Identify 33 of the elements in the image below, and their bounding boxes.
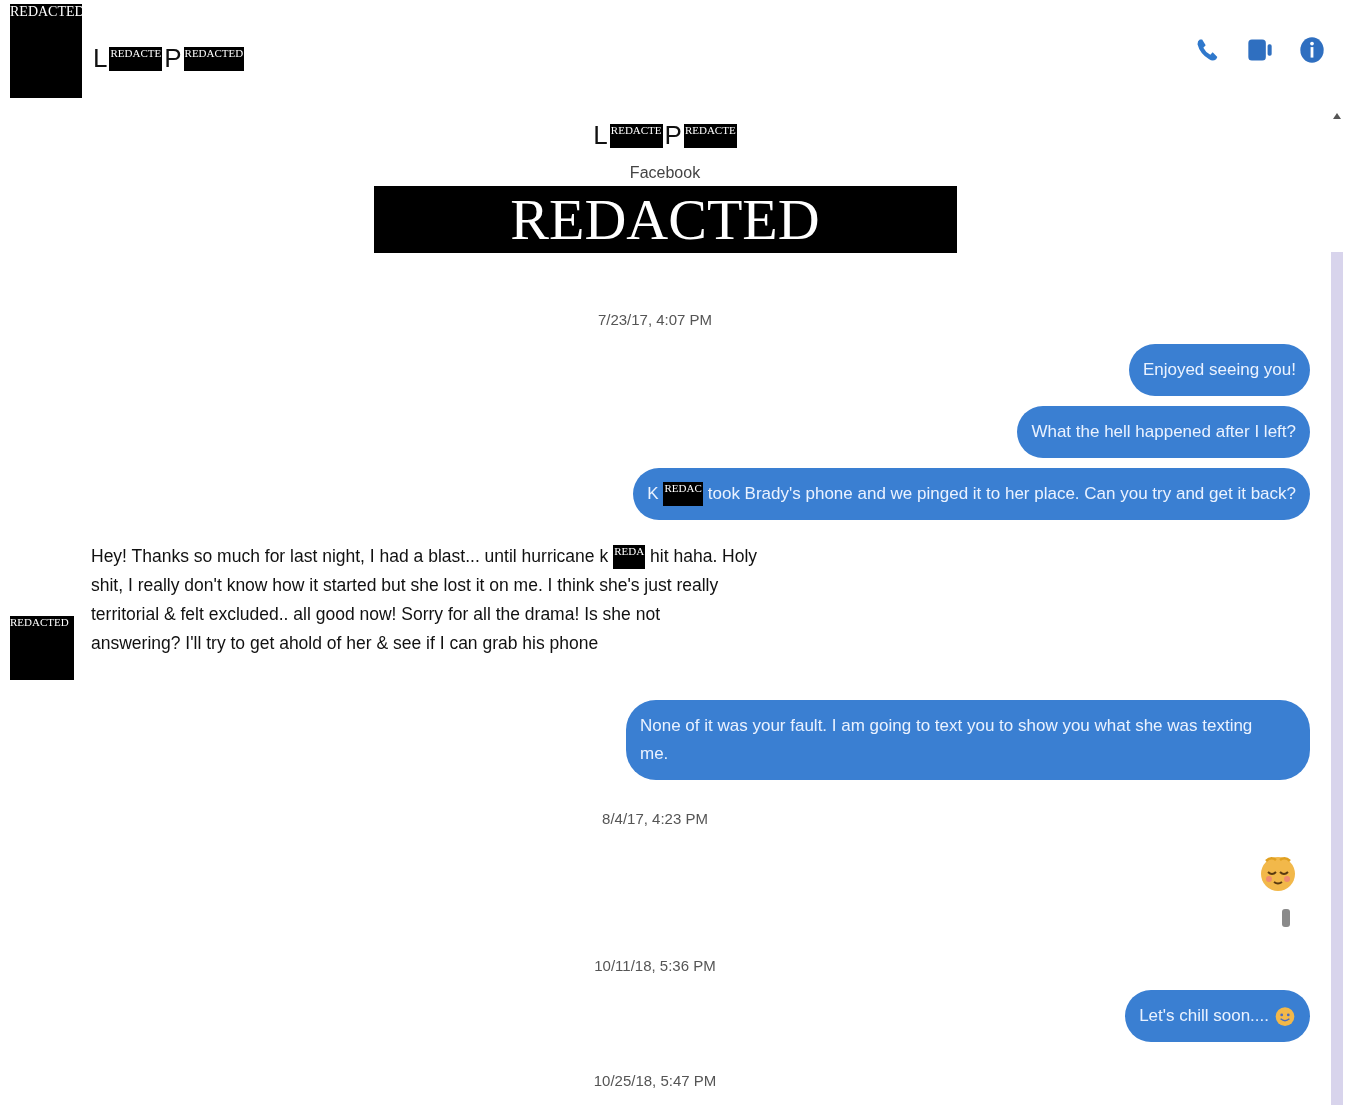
timestamp: 7/23/17, 4:07 PM <box>597 311 713 328</box>
scrollbar-track[interactable] <box>1331 252 1343 1105</box>
message-text: hit haha. Holy <box>650 545 758 568</box>
message-text: Let's chill soon.... <box>1139 1005 1269 1027</box>
redaction-box: REDAC <box>663 482 703 506</box>
redaction-box: REDACTE <box>609 124 663 148</box>
redaction-box: REDACTE <box>109 47 163 71</box>
smiley-face-icon <box>1274 1005 1296 1027</box>
scroll-up-icon[interactable] <box>1332 112 1342 120</box>
message-text: K <box>647 483 659 505</box>
message-text: Enjoyed seeing you! <box>1142 359 1296 381</box>
timestamp: 10/25/18, 5:47 PM <box>593 1072 717 1089</box>
contact-name: L <box>93 45 108 71</box>
info-icon[interactable] <box>1298 36 1326 64</box>
timestamp: 10/11/18, 5:36 PM <box>594 957 716 974</box>
message-text: shit, I really don't know how it started but she lost it on me. I think she's just really <box>91 574 719 597</box>
platform-label: Facebook <box>629 164 701 182</box>
redaction-box: REDACTED <box>373 186 957 253</box>
message-text: took Brady's phone and we pinged it to her place. Can you try and get it back? <box>707 483 1296 505</box>
redaction-box: REDACTED <box>183 47 245 71</box>
seen-indicator-icon <box>1282 909 1290 927</box>
profile-name: L <box>593 122 608 148</box>
message-text: Hey! Thanks so much for last night, I had a blast... until hurricane k <box>91 545 609 568</box>
contact-name: P <box>164 45 182 71</box>
message-text: territorial & felt excluded.. all good now! Sorry for all the drama! Is she not <box>91 603 661 626</box>
redaction-box: REDA <box>613 544 646 569</box>
timestamp: 8/4/17, 4:23 PM <box>602 810 708 827</box>
redaction-box: REDACTE <box>683 124 737 148</box>
message-text: None of it was your fault. I am going to text you to show you what she was texting me. <box>640 716 1253 763</box>
message-text: What the hell happened after I left? <box>1031 421 1296 443</box>
profile-name: P <box>664 122 682 148</box>
message-text: answering? I'll try to get ahold of her & see if I can grab his phone <box>91 632 599 655</box>
avatar-redaction: REDACTED <box>10 616 74 680</box>
